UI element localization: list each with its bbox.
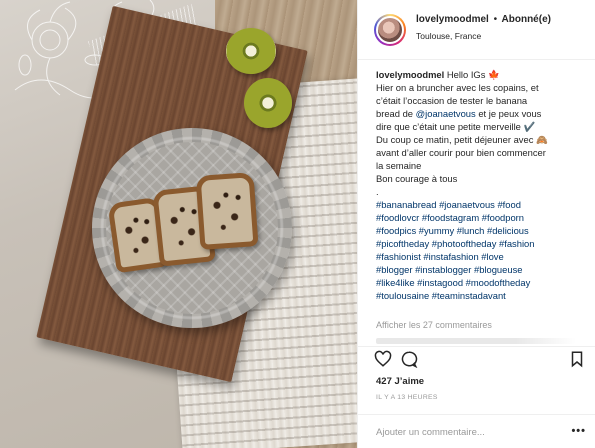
caption-line: avant d’aller courir pour bien commencer bbox=[376, 147, 546, 158]
truncated-comment bbox=[376, 338, 576, 344]
post-header: lovelymoodmel • Abonné(e) Toulouse, Fran… bbox=[358, 0, 595, 60]
avatar[interactable] bbox=[374, 14, 406, 46]
caption-line: Bon courage à tous bbox=[376, 173, 458, 184]
hashtag-line[interactable]: #toulousaine #teaminstadavant bbox=[376, 289, 586, 302]
caption-text: Hello IGs 🍁 bbox=[446, 69, 500, 80]
post-timestamp[interactable]: IL Y A 13 HEURES bbox=[376, 394, 438, 401]
hashtag-line[interactable]: #picoftheday #photooftheday #fashion bbox=[376, 237, 586, 250]
comment-box: ••• bbox=[358, 414, 595, 448]
avatar-image bbox=[376, 16, 404, 44]
hashtag-line[interactable]: #foodpics #yummy #lunch #delicious bbox=[376, 224, 586, 237]
hashtag-line[interactable]: #blogger #instablogger #blogueuse bbox=[376, 263, 586, 276]
post-photo[interactable] bbox=[0, 0, 357, 448]
mention-link[interactable]: @joanaetvous bbox=[416, 108, 476, 119]
caption-username[interactable]: lovelymoodmel bbox=[376, 69, 444, 80]
likes-count[interactable]: 427 J’aime bbox=[376, 376, 424, 387]
caption-line: la semaine bbox=[376, 160, 422, 171]
caption-text: et je peux vous bbox=[478, 108, 542, 119]
caption-line: dire que c’était une petite merveille ✔️ bbox=[376, 121, 536, 132]
hashtag-line[interactable]: #foodlovcr #foodstagram #foodporn bbox=[376, 211, 586, 224]
view-comments-link[interactable]: Afficher les 27 commentaires bbox=[376, 320, 492, 330]
caption-line: Du coup ce matin, petit déjeuner avec 🙈 bbox=[376, 134, 548, 145]
caption-line: bread de @joanaetvous et je peux vous bbox=[376, 107, 586, 120]
comment-bubble-icon[interactable] bbox=[400, 350, 418, 368]
bookmark-icon[interactable] bbox=[568, 350, 586, 368]
hashtag-line[interactable]: #fashionist #instafashion #love bbox=[376, 250, 586, 263]
caption-line: lovelymoodmel Hello IGs 🍁 bbox=[376, 68, 586, 81]
banana-bread-slice bbox=[195, 172, 259, 250]
caption-line: . bbox=[376, 186, 379, 197]
user-line: lovelymoodmel • Abonné(e) bbox=[416, 14, 551, 25]
heart-icon[interactable] bbox=[374, 350, 392, 368]
location-link[interactable]: Toulouse, France bbox=[416, 31, 481, 41]
comment-input[interactable] bbox=[376, 425, 546, 439]
username-link[interactable]: lovelymoodmel bbox=[416, 14, 489, 25]
hashtag-line[interactable]: #bananabread #joanaetvous #food bbox=[376, 198, 586, 211]
caption-line: Hier on a bruncher avec les copains, et bbox=[376, 82, 539, 93]
caption-line: c’était l’occasion de tester le banana bbox=[376, 95, 528, 106]
more-options-button[interactable]: ••• bbox=[571, 425, 586, 437]
separator-dot: • bbox=[493, 14, 498, 25]
kiwi-half bbox=[244, 78, 292, 128]
post-details-panel: lovelymoodmel • Abonné(e) Toulouse, Fran… bbox=[357, 0, 595, 448]
action-bar bbox=[358, 346, 595, 368]
caption: lovelymoodmel Hello IGs 🍁 Hier on a brun… bbox=[376, 68, 586, 302]
hashtag-line[interactable]: #like4like #instagood #moodoftheday bbox=[376, 276, 586, 289]
caption-text: bread de bbox=[376, 108, 414, 119]
follow-status[interactable]: Abonné(e) bbox=[502, 14, 551, 25]
kiwi-half bbox=[226, 28, 276, 74]
